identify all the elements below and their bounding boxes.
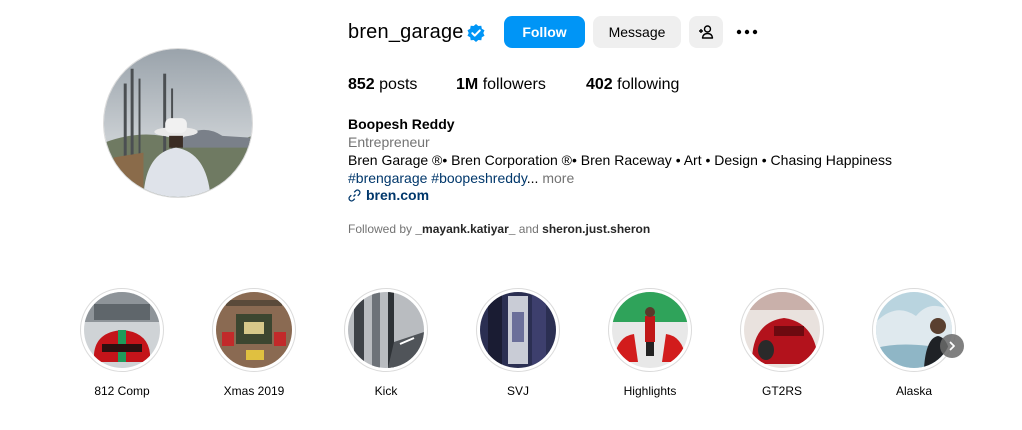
followers-stat[interactable]: 1M followers — [456, 76, 546, 94]
highlight-gt2rs[interactable]: GT2RS — [740, 288, 824, 398]
bio-hashtags[interactable]: #brengarage #boopeshreddy — [348, 170, 527, 186]
highlight-label: 812 Comp — [94, 384, 150, 398]
avatar-image — [104, 49, 252, 197]
highlight-label: SVJ — [506, 384, 529, 398]
highlight-highlights[interactable]: Highlights — [608, 288, 692, 398]
highlight-label: Xmas 2019 — [223, 384, 285, 398]
profile-website-link[interactable]: bren.com — [348, 187, 429, 203]
highlight-image — [480, 292, 556, 368]
highlights-next-button[interactable] — [940, 334, 964, 358]
highlight-image — [84, 292, 160, 368]
followed-by[interactable]: Followed by _mayank.katiyar_ and sheron.… — [348, 222, 650, 236]
highlight-image — [348, 292, 424, 368]
following-label: following — [617, 76, 680, 93]
more-options-icon — [736, 29, 758, 35]
followed-by-user-1[interactable]: _mayank.katiyar_ — [415, 222, 515, 236]
bio-text: Bren Garage ®• Bren Corporation ®• Bren … — [348, 152, 892, 168]
website-url: bren.com — [366, 187, 430, 203]
suggest-users-button[interactable] — [689, 16, 723, 48]
profile-username: bren_garage — [348, 21, 464, 43]
bio-more-link[interactable]: more — [542, 170, 574, 186]
highlight-label: Highlights — [623, 384, 677, 398]
followers-label: followers — [482, 76, 546, 93]
profile-bio: Boopesh Reddy Entrepreneur Bren Garage ®… — [348, 115, 892, 187]
highlight-cover — [344, 288, 428, 372]
link-icon — [348, 189, 361, 201]
bio-ellipsis: ... — [526, 170, 539, 186]
followers-count: 1M — [456, 76, 479, 93]
highlight-svj[interactable]: SVJ — [476, 288, 560, 398]
highlight-cover — [212, 288, 296, 372]
highlight-cover — [872, 288, 956, 372]
highlight-cover — [740, 288, 824, 372]
posts-label: posts — [379, 76, 418, 93]
followed-by-user-2[interactable]: sheron.just.sheron — [542, 222, 650, 236]
highlight-image — [876, 292, 952, 368]
verified-badge-icon — [467, 24, 485, 42]
highlight-label: Alaska — [895, 384, 933, 398]
profile-category: Entrepreneur — [348, 134, 430, 150]
highlight-image — [216, 292, 292, 368]
highlight-xmas-2019[interactable]: Xmas 2019 — [212, 288, 296, 398]
highlight-label: Kick — [374, 384, 398, 398]
highlight-kick[interactable]: Kick — [344, 288, 428, 398]
profile-avatar[interactable] — [103, 48, 253, 198]
follow-button[interactable]: Follow — [504, 16, 585, 48]
highlight-label: GT2RS — [761, 384, 802, 398]
highlight-812-comp[interactable]: 812 Comp — [80, 288, 164, 398]
following-stat[interactable]: 402 following — [586, 76, 679, 94]
highlight-cover — [608, 288, 692, 372]
highlight-image — [744, 292, 820, 368]
highlight-cover — [80, 288, 164, 372]
highlight-image — [612, 292, 688, 368]
posts-count: 852 — [348, 76, 375, 93]
followed-by-prefix: Followed by — [348, 222, 413, 236]
chevron-right-icon — [949, 341, 955, 351]
bio-tags-row: #brengarage #boopeshreddy... more — [348, 169, 892, 187]
highlight-cover — [476, 288, 560, 372]
followed-by-and: and — [518, 222, 539, 236]
add-user-icon — [699, 25, 714, 39]
posts-stat: 852 posts — [348, 76, 417, 94]
profile-full-name: Boopesh Reddy — [348, 116, 455, 132]
more-options-button[interactable] — [733, 16, 761, 48]
following-count: 402 — [586, 76, 613, 93]
message-button[interactable]: Message — [593, 16, 681, 48]
